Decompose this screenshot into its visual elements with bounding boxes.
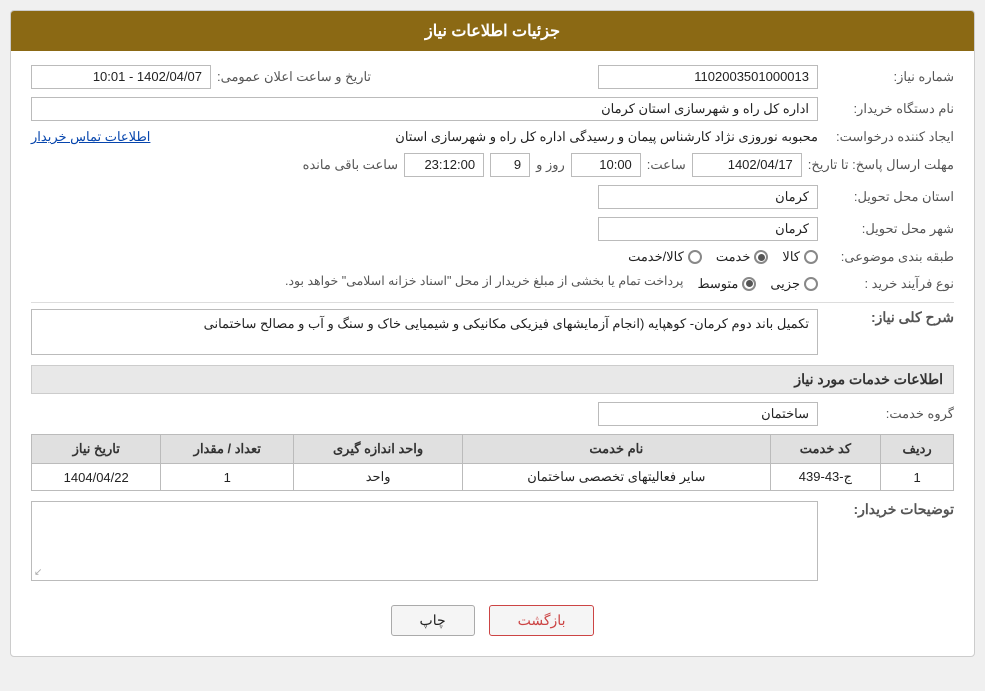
tabaqe-khedmat-radio[interactable] bbox=[754, 250, 768, 264]
print-button[interactable]: چاپ bbox=[391, 605, 475, 636]
tabaqe-kala-radio[interactable] bbox=[804, 250, 818, 264]
ijad-label: ایجاد کننده درخواست: bbox=[824, 129, 954, 145]
noe-farayand-label: نوع فرآیند خرید : bbox=[824, 276, 954, 292]
ijad-value: محبوبه نوروزی نژاد کارشناس پیمان و رسیدگ… bbox=[156, 129, 818, 145]
gorooh-label: گروه خدمت: bbox=[824, 406, 954, 422]
mohlat-label: مهلت ارسال پاسخ: تا تاریخ: bbox=[808, 157, 954, 173]
mohlat-saat: 10:00 bbox=[571, 153, 641, 177]
shahr-label: شهر محل تحویل: bbox=[824, 221, 954, 237]
noe-jozi[interactable]: جزیی bbox=[770, 276, 818, 292]
sharh-value: تکمیل باند دوم کرمان- کوهپایه (انجام آزم… bbox=[31, 309, 818, 355]
nam-dastgah-label: نام دستگاه خریدار: bbox=[824, 101, 954, 117]
tabaqe-kala-khedmat-label: کالا/خدمت bbox=[628, 249, 684, 265]
tozihat-label: توضیحات خریدار: bbox=[824, 501, 954, 518]
col-vahed: واحد اندازه گیری bbox=[294, 435, 463, 464]
table-cell: 1 bbox=[161, 464, 294, 491]
col-kod: کد خدمت bbox=[770, 435, 881, 464]
table-cell: 1 bbox=[881, 464, 954, 491]
tabaqe-kala-khedmat[interactable]: کالا/خدمت bbox=[628, 249, 702, 265]
table-cell: واحد bbox=[294, 464, 463, 491]
mohlat-date: 1402/04/17 bbox=[692, 153, 802, 177]
ijad-link[interactable]: اطلاعات تماس خریدار bbox=[31, 129, 150, 145]
tabaqe-kala-label: کالا bbox=[782, 249, 800, 265]
gorooh-value: ساختمان bbox=[598, 402, 818, 426]
noe-motavaset-radio[interactable] bbox=[742, 277, 756, 291]
tabaqe-khedmat[interactable]: خدمت bbox=[716, 249, 769, 265]
col-taarikh: تاریخ نیاز bbox=[32, 435, 161, 464]
service-table: ردیف کد خدمت نام خدمت واحد اندازه گیری ت… bbox=[31, 434, 954, 491]
tabaqe-label: طبقه بندی موضوعی: bbox=[824, 249, 954, 265]
table-cell: 1404/04/22 bbox=[32, 464, 161, 491]
back-button[interactable]: بازگشت bbox=[489, 605, 595, 636]
page-title: جزئیات اطلاعات نیاز bbox=[11, 11, 974, 51]
shomare-niaz-value: 1102003501000013 bbox=[598, 65, 818, 89]
noe-jozi-label: جزیی bbox=[770, 276, 800, 292]
mohlat-baqi: 23:12:00 bbox=[404, 153, 484, 177]
noe-note: پرداخت تمام یا بخشی از مبلغ خریدار از مح… bbox=[285, 273, 683, 288]
tabaqe-radio-group: کالا خدمت کالا/خدمت bbox=[31, 249, 818, 265]
ostan-value: کرمان bbox=[598, 185, 818, 209]
table-cell: سایر فعالیتهای تخصصی ساختمان bbox=[463, 464, 770, 491]
tabaqe-kala[interactable]: کالا bbox=[782, 249, 818, 265]
table-cell: ج-43-439 bbox=[770, 464, 881, 491]
table-row: 1ج-43-439سایر فعالیتهای تخصصی ساختمانواح… bbox=[32, 464, 954, 491]
ostan-label: استان محل تحویل: bbox=[824, 189, 954, 205]
tabaqe-kala-khedmat-radio[interactable] bbox=[688, 250, 702, 264]
mohlat-saat-label: ساعت: bbox=[647, 157, 686, 173]
noe-motavaset[interactable]: متوسط bbox=[697, 276, 756, 292]
tabaqe-khedmat-label: خدمت bbox=[716, 249, 751, 265]
mohlat-rooz: 9 bbox=[490, 153, 530, 177]
sharh-label: شرح کلی نیاز: bbox=[824, 309, 954, 326]
shahr-value: کرمان bbox=[598, 217, 818, 241]
noe-jozi-radio[interactable] bbox=[804, 277, 818, 291]
noe-radio-group: جزیی متوسط پرداخت تمام یا بخشی از مبلغ خ… bbox=[31, 273, 818, 294]
noe-motavaset-label: متوسط bbox=[697, 276, 738, 292]
taarikh-value: 1402/04/07 - 10:01 bbox=[31, 65, 211, 89]
tozihat-box[interactable]: ↙ bbox=[31, 501, 818, 581]
col-radif: ردیف bbox=[881, 435, 954, 464]
nam-dastgah-value: اداره کل راه و شهرسازی استان کرمان bbox=[31, 97, 818, 121]
action-buttons: بازگشت چاپ bbox=[31, 605, 954, 636]
mohlat-baqi-label: ساعت باقی مانده bbox=[303, 157, 398, 173]
mohlat-rooz-label: روز و bbox=[536, 157, 565, 173]
khadamat-section-header: اطلاعات خدمات مورد نیاز bbox=[31, 365, 954, 394]
col-tedad: تعداد / مقدار bbox=[161, 435, 294, 464]
col-nam: نام خدمت bbox=[463, 435, 770, 464]
taarikh-label: تاریخ و ساعت اعلان عمومی: bbox=[217, 69, 371, 85]
shomare-niaz-label: شماره نیاز: bbox=[824, 69, 954, 85]
resize-icon: ↙ bbox=[34, 567, 42, 578]
